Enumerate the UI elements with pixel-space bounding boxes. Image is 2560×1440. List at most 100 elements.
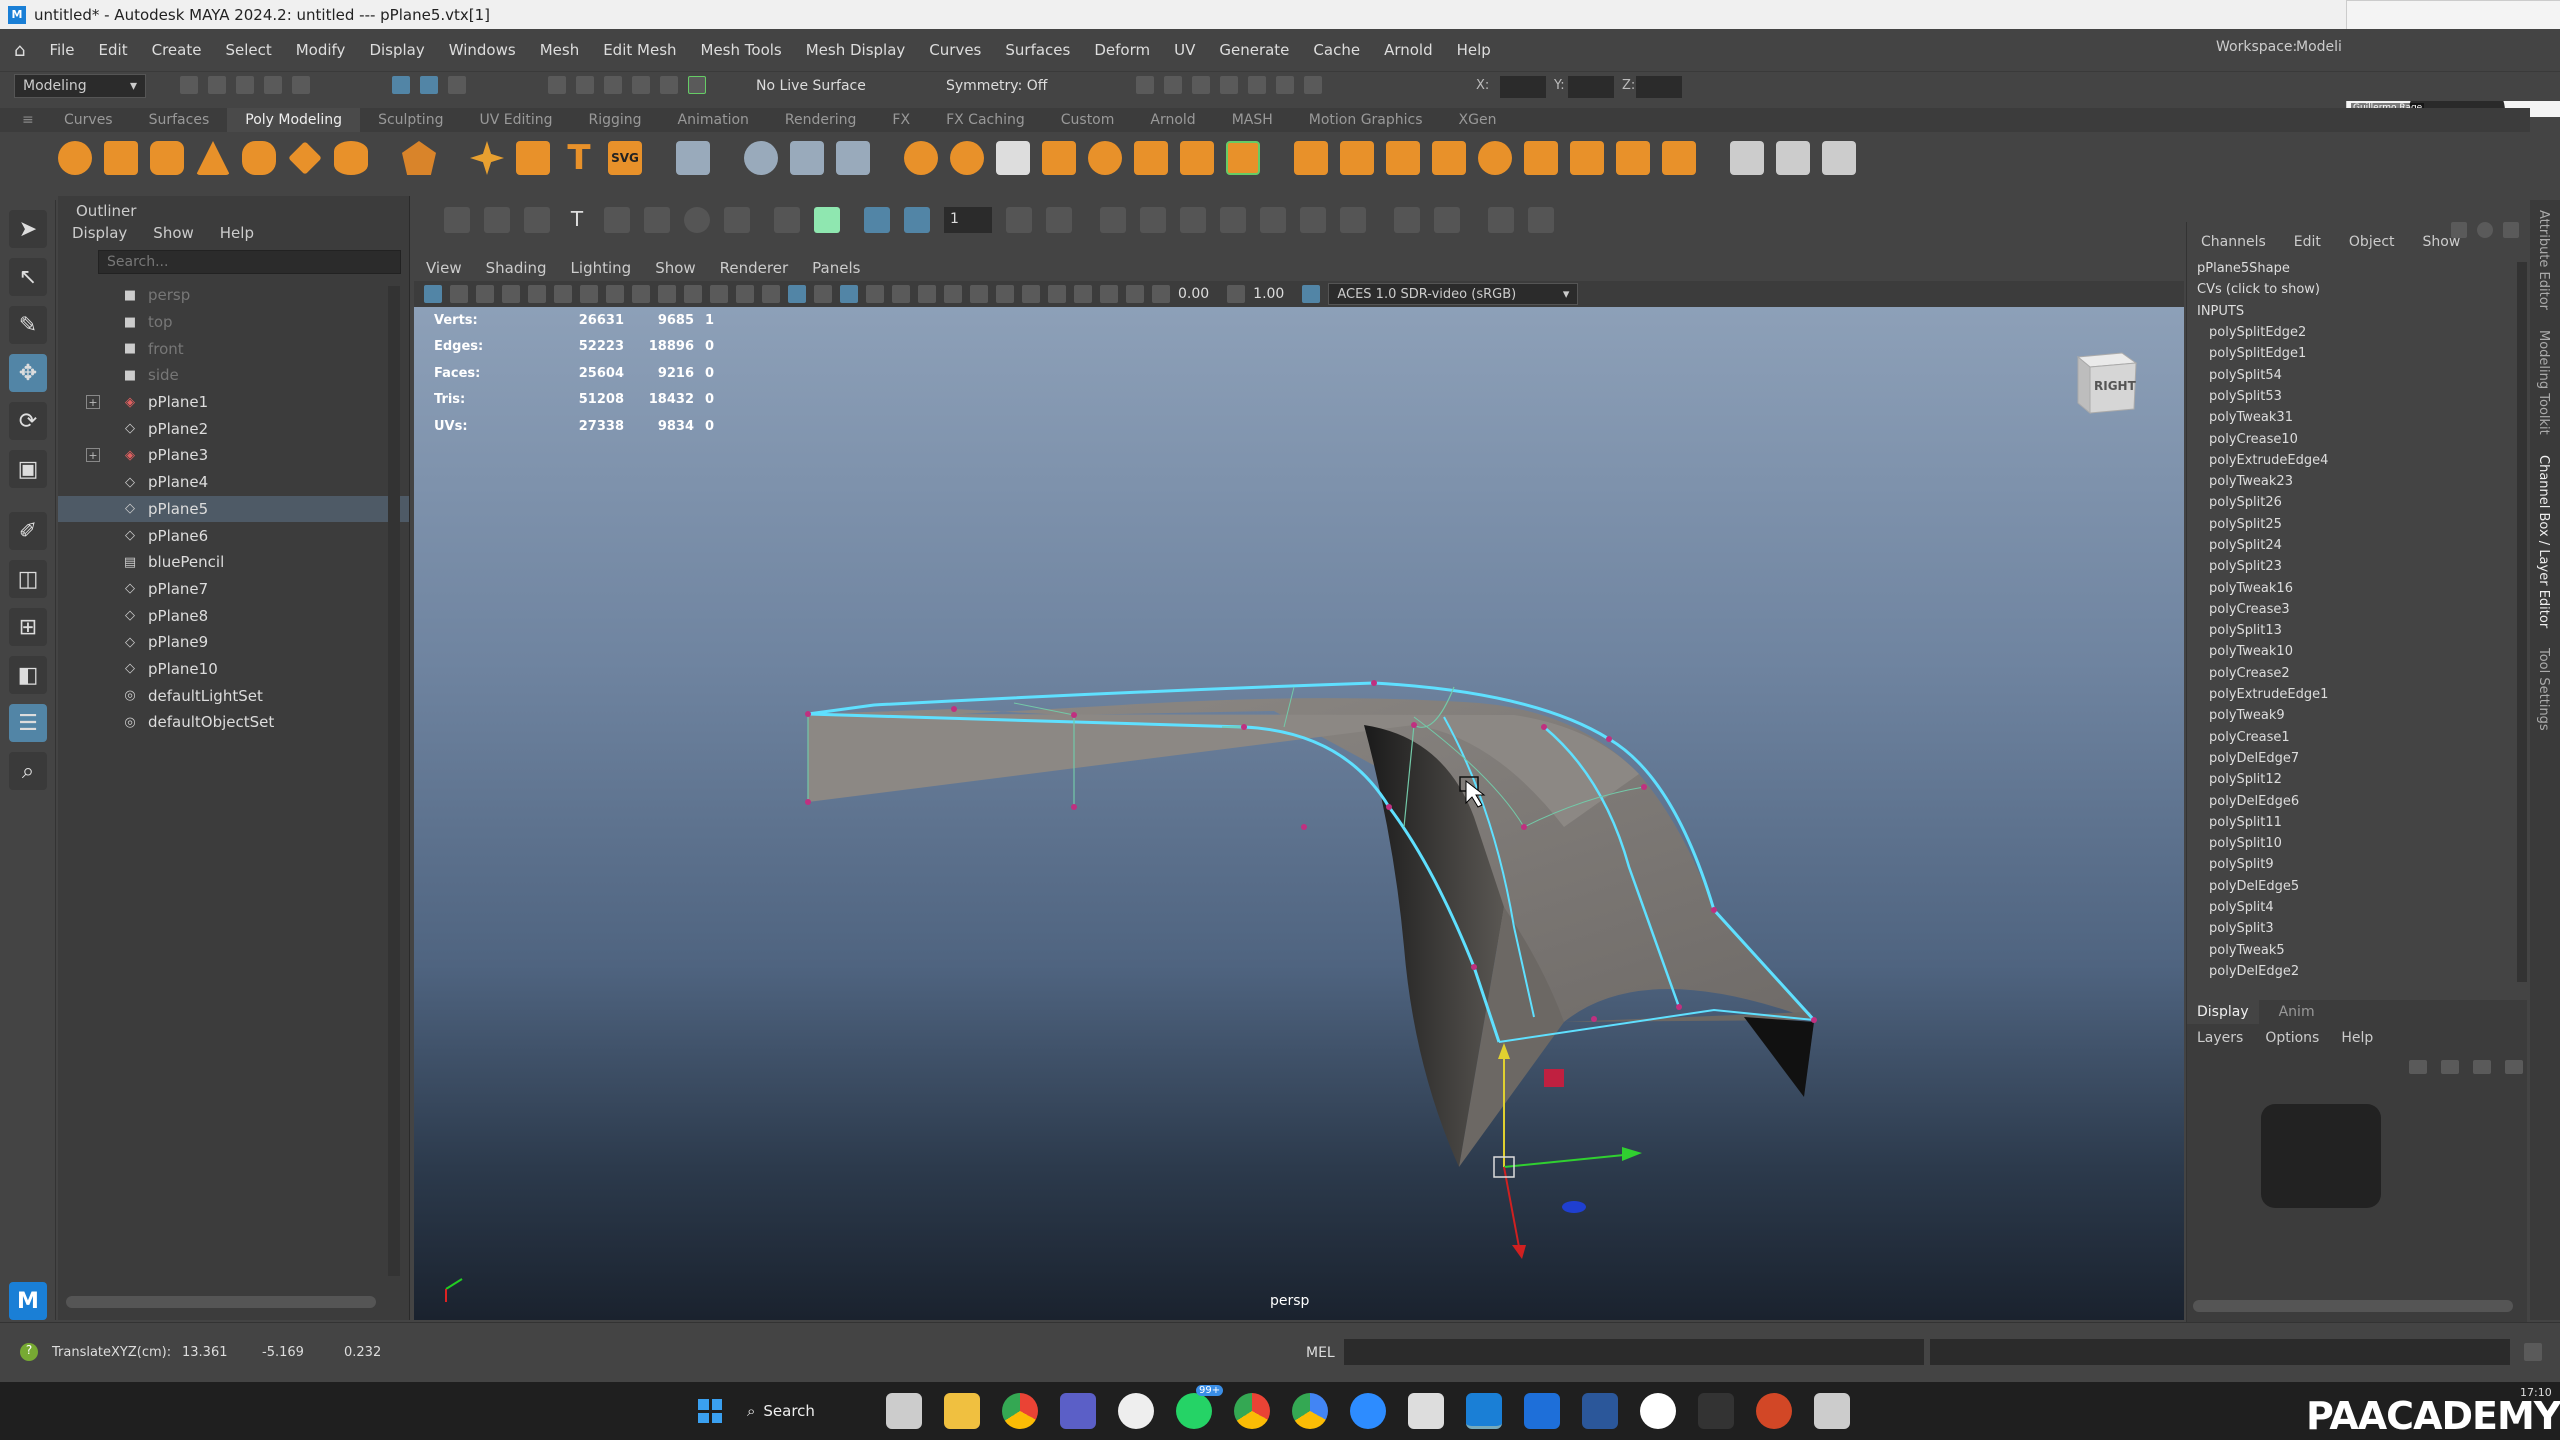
taskbar-search[interactable]: ⌕ Search: [747, 1393, 867, 1429]
gate-mask-icon[interactable]: [658, 285, 676, 303]
poly-sphere-icon[interactable]: [58, 141, 92, 175]
add-frame-icon[interactable]: [1100, 207, 1126, 233]
layer-menu-help[interactable]: Help: [2341, 1030, 2373, 1046]
input-node[interactable]: polySplit25: [2187, 514, 2526, 535]
rotate-tool-icon[interactable]: ⟳: [9, 402, 47, 440]
isolate-select-icon[interactable]: [1048, 285, 1066, 303]
layer-h-scrollbar[interactable]: [2193, 1300, 2513, 1312]
input-node[interactable]: polySplit23: [2187, 556, 2526, 577]
new-layer-selected-icon[interactable]: [2505, 1060, 2523, 1074]
select-by-component-icon[interactable]: [420, 76, 438, 94]
attribute-icon[interactable]: [2477, 222, 2493, 238]
shelf-tab-fx-caching[interactable]: FX Caching: [928, 112, 1043, 128]
viewport-menu-panels[interactable]: Panels: [812, 259, 860, 277]
export-icon[interactable]: [1528, 207, 1554, 233]
shadows-icon[interactable]: [918, 285, 936, 303]
layout-four-icon[interactable]: ⊞: [9, 608, 47, 646]
input-node[interactable]: polyExtrudeEdge1: [2187, 684, 2526, 705]
import-icon[interactable]: [1488, 207, 1514, 233]
3d-viewport[interactable]: Verts: 26631 9685 1 Edges: 52223 18896 0 Faces: 2…: [414, 307, 2184, 1320]
outliner-item[interactable]: ■ front: [58, 335, 409, 362]
image-plane-icon[interactable]: [502, 285, 520, 303]
input-node[interactable]: polySplit10: [2187, 833, 2526, 854]
teams-icon[interactable]: [1060, 1393, 1096, 1429]
menu-help[interactable]: Help: [1457, 41, 1491, 59]
cut-icon[interactable]: [1260, 207, 1286, 233]
task-view-icon[interactable]: [886, 1393, 922, 1429]
input-node[interactable]: polyTweak23: [2187, 471, 2526, 492]
last-tool-icon[interactable]: ✐: [9, 512, 47, 550]
chrome-profile-2-icon[interactable]: [1292, 1393, 1328, 1429]
input-node[interactable]: polyCrease1: [2187, 727, 2526, 748]
xray-icon[interactable]: [1074, 285, 1092, 303]
shelf-tab-xgen[interactable]: XGen: [1441, 112, 1515, 128]
input-node[interactable]: polySplit3: [2187, 918, 2526, 939]
brush-tool-icon[interactable]: [484, 207, 510, 233]
rect-tool-icon[interactable]: [724, 207, 750, 233]
menuset-select[interactable]: Modeling ▾: [14, 74, 146, 98]
menu-mesh-display[interactable]: Mesh Display: [806, 41, 906, 59]
outliner-menu-help[interactable]: Help: [220, 224, 254, 242]
menu-edit-mesh[interactable]: Edit Mesh: [603, 41, 676, 59]
combine-icon[interactable]: [790, 141, 824, 175]
tab-tool-settings[interactable]: Tool Settings: [2530, 638, 2557, 741]
outliner-item[interactable]: ◇ pPlane5: [58, 495, 409, 523]
powerpoint-icon[interactable]: [1756, 1393, 1792, 1429]
mirror-icon[interactable]: [744, 141, 778, 175]
eraser-tool-icon[interactable]: [524, 207, 550, 233]
render-view-icon[interactable]: [1136, 76, 1154, 94]
input-node[interactable]: polyCrease2: [2187, 663, 2526, 684]
shelf-tab-arnold[interactable]: Arnold: [1132, 112, 1213, 128]
grid-icon[interactable]: [580, 285, 598, 303]
sweep-mesh-icon[interactable]: [516, 141, 550, 175]
move-tool-icon[interactable]: ✥: [9, 354, 47, 392]
home-icon[interactable]: ⌂: [14, 40, 25, 61]
snap-view-icon[interactable]: [632, 76, 650, 94]
clear-frame-icon[interactable]: [1180, 207, 1206, 233]
snap-curve-icon[interactable]: [576, 76, 594, 94]
ambient-occlusion-icon[interactable]: [944, 285, 962, 303]
next-key-icon[interactable]: [1046, 207, 1072, 233]
smooth-icon[interactable]: [904, 141, 938, 175]
outliner-item[interactable]: ■ persp: [58, 282, 409, 309]
input-node[interactable]: polyTweak5: [2187, 940, 2526, 961]
input-node[interactable]: polyDelEdge7: [2187, 748, 2526, 769]
channelbox-menu-channels[interactable]: Channels: [2201, 234, 2266, 252]
poly-cone-icon[interactable]: [196, 141, 230, 175]
pause-icon[interactable]: [1304, 76, 1322, 94]
menu-edit[interactable]: Edit: [99, 41, 128, 59]
outliner-item[interactable]: ◎ defaultObjectSet: [58, 709, 409, 736]
chrome-profile-icon[interactable]: [1234, 1393, 1270, 1429]
outliner-item[interactable]: ◇ pPlane8: [58, 602, 409, 629]
file-explorer-icon[interactable]: [944, 1393, 980, 1429]
snipping-tool-icon[interactable]: [1814, 1393, 1850, 1429]
input-node[interactable]: polySplit24: [2187, 535, 2526, 556]
chatgpt-icon[interactable]: [1118, 1393, 1154, 1429]
poly-plane-icon[interactable]: [288, 141, 322, 175]
shape-node-name[interactable]: pPlane5Shape: [2187, 258, 2526, 279]
exposure-icon[interactable]: [1152, 285, 1170, 303]
viewport-menu-show[interactable]: Show: [655, 259, 695, 277]
shelf-tab-motion-graphics[interactable]: Motion Graphics: [1291, 112, 1441, 128]
select-camera-icon[interactable]: [424, 285, 442, 303]
fill-hole-icon[interactable]: [1180, 141, 1214, 175]
type-text-icon[interactable]: T: [562, 141, 596, 175]
crease-icon[interactable]: [1616, 141, 1650, 175]
windows-start-icon[interactable]: [692, 1393, 728, 1429]
shelf-tab-mash[interactable]: MASH: [1214, 112, 1291, 128]
select-by-hierarchy-icon[interactable]: [392, 76, 410, 94]
input-node[interactable]: polyTweak10: [2187, 641, 2526, 662]
wireframe-on-shaded-icon[interactable]: [840, 285, 858, 303]
poly-torus-icon[interactable]: [242, 141, 276, 175]
uv-editor-icon[interactable]: [1776, 141, 1810, 175]
extrude-icon[interactable]: [996, 141, 1030, 175]
layer-tab-anim[interactable]: Anim: [2259, 1000, 2335, 1024]
tool-settings-icon[interactable]: [2503, 222, 2519, 238]
copy-icon[interactable]: [1300, 207, 1326, 233]
poly-cylinder-icon[interactable]: [150, 141, 184, 175]
input-node[interactable]: polyTweak16: [2187, 577, 2526, 598]
shelf-tab-animation[interactable]: Animation: [660, 112, 767, 128]
layout-two-icon[interactable]: ◧: [9, 656, 47, 694]
menu-mesh[interactable]: Mesh: [540, 41, 580, 59]
2d-pan-zoom-icon[interactable]: [528, 285, 546, 303]
